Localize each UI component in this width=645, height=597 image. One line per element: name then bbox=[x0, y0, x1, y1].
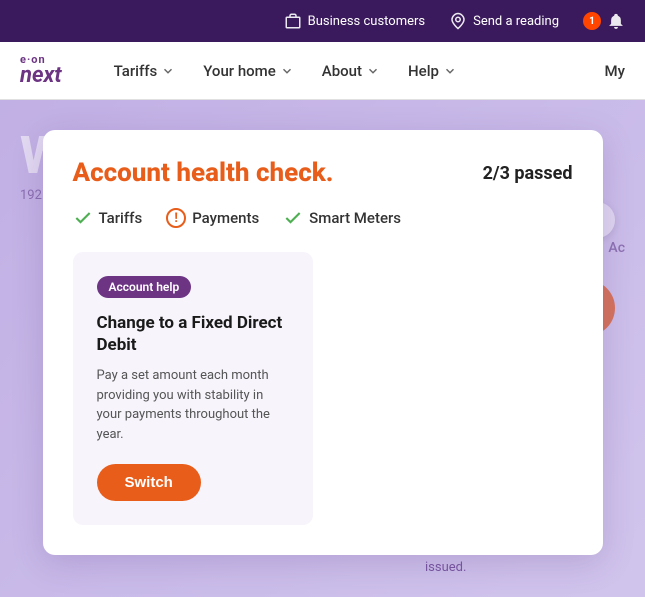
check-pass-icon-2 bbox=[283, 208, 303, 228]
modal-score: 2/3 passed bbox=[483, 163, 573, 184]
check-tariffs-label: Tariffs bbox=[99, 209, 143, 227]
check-payments-label: Payments bbox=[192, 209, 259, 227]
modal-checks: Tariffs ! Payments Smart Meters bbox=[73, 208, 573, 228]
send-reading-link[interactable]: Send a reading bbox=[449, 12, 559, 30]
card-badge: Account help bbox=[97, 276, 192, 298]
check-warn-icon: ! bbox=[166, 208, 186, 228]
business-customers-link[interactable]: Business customers bbox=[284, 12, 425, 30]
business-customers-label: Business customers bbox=[308, 14, 425, 29]
chevron-down-icon bbox=[443, 64, 457, 78]
nav-about[interactable]: About bbox=[310, 54, 392, 88]
check-payments: ! Payments bbox=[166, 208, 259, 228]
nav-your-home[interactable]: Your home bbox=[191, 54, 306, 88]
nav-my[interactable]: My bbox=[605, 62, 625, 80]
check-smart-meters: Smart Meters bbox=[283, 208, 401, 228]
logo[interactable]: e·on next bbox=[20, 54, 62, 87]
switch-button[interactable]: Switch bbox=[97, 464, 201, 501]
notification-bell[interactable]: 1 bbox=[583, 12, 625, 30]
health-check-modal: Account health check. 2/3 passed Tariffs… bbox=[43, 130, 603, 555]
nav-tariffs[interactable]: Tariffs bbox=[102, 54, 188, 88]
modal-title: Account health check. bbox=[73, 158, 334, 188]
nav-items: Tariffs Your home About Help My bbox=[102, 54, 625, 88]
modal-header: Account health check. 2/3 passed bbox=[73, 158, 573, 188]
nav-help[interactable]: Help bbox=[396, 54, 469, 88]
main-nav: e·on next Tariffs Your home About Help M… bbox=[0, 42, 645, 100]
card-description: Pay a set amount each month providing yo… bbox=[97, 366, 289, 444]
account-help-card: Account help Change to a Fixed Direct De… bbox=[73, 252, 313, 525]
chevron-down-icon bbox=[366, 64, 380, 78]
chevron-down-icon bbox=[280, 64, 294, 78]
chevron-down-icon bbox=[161, 64, 175, 78]
check-tariffs: Tariffs bbox=[73, 208, 143, 228]
logo-next-text: next bbox=[20, 65, 62, 87]
top-bar: Business customers Send a reading 1 bbox=[0, 0, 645, 42]
check-pass-icon bbox=[73, 208, 93, 228]
card-title: Change to a Fixed Direct Debit bbox=[97, 312, 289, 356]
notification-count: 1 bbox=[583, 12, 601, 30]
modal-overlay: Account health check. 2/3 passed Tariffs… bbox=[0, 100, 645, 597]
check-smart-meters-label: Smart Meters bbox=[309, 209, 401, 227]
send-reading-label: Send a reading bbox=[473, 14, 559, 29]
